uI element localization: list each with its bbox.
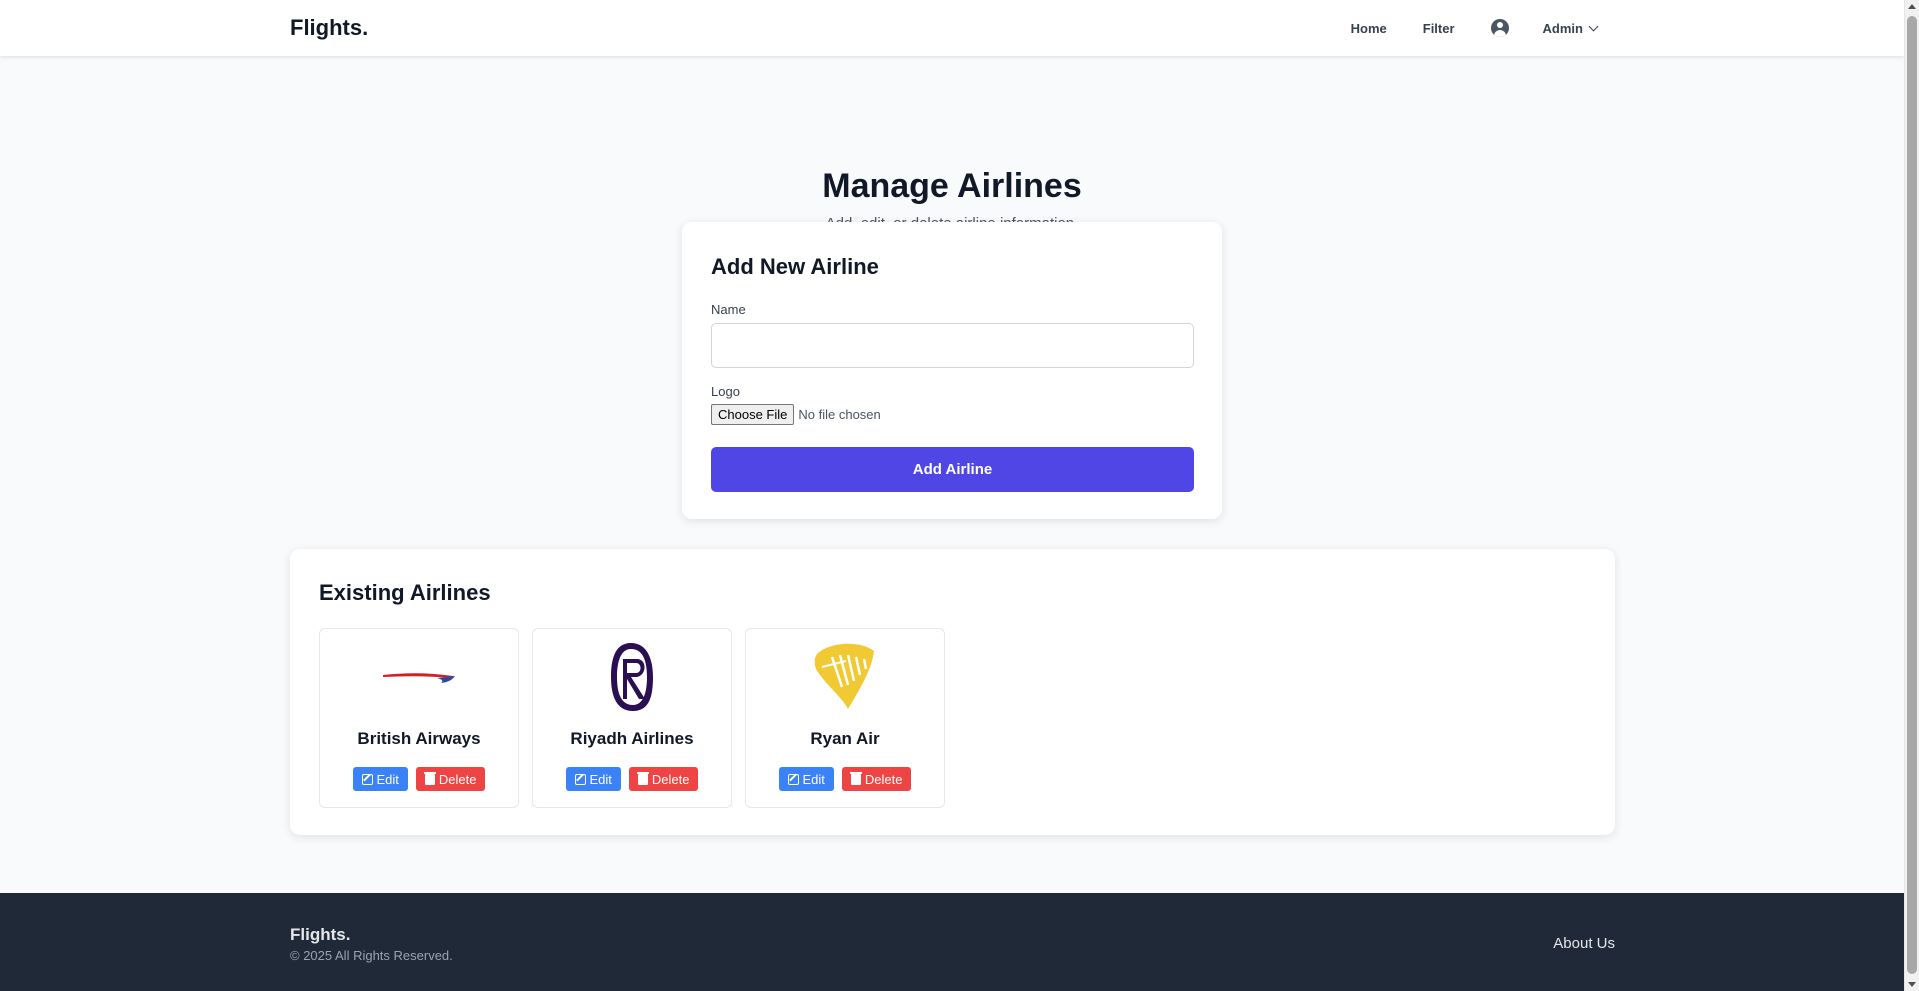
airline-name: Ryan Air <box>810 729 880 748</box>
nav-home-link[interactable]: Home <box>1351 21 1387 36</box>
airline-card: British Airways Edit Delete <box>319 628 519 808</box>
add-airline-card: Add New Airline Name Logo Choose File No… <box>682 222 1222 519</box>
delete-label: Delete <box>651 771 690 787</box>
main-nav: Home Filter Admin <box>1351 0 1599 56</box>
site-footer: Flights. © 2025 All Rights Reserved. Abo… <box>0 893 1904 991</box>
airline-card: Riyadh Airlines Edit Delete <box>532 628 732 808</box>
edit-button[interactable]: Edit <box>352 767 408 791</box>
choose-file-button[interactable]: Choose File <box>711 404 795 425</box>
airline-card: Ryan Air Edit Delete <box>745 628 945 808</box>
ryanair-logo <box>746 639 944 715</box>
delete-button[interactable]: Delete <box>415 767 486 791</box>
logo-label: Logo <box>711 384 740 399</box>
page: Flights. Home Filter Admin Manage Airlin… <box>0 0 1904 991</box>
top-navbar: Flights. Home Filter Admin <box>0 0 1904 56</box>
edit-button[interactable]: Edit <box>778 767 834 791</box>
page-title: Manage Airlines <box>822 167 1082 205</box>
user-circle-icon[interactable] <box>1490 19 1509 37</box>
airline-name: British Airways <box>357 729 481 748</box>
edit-button[interactable]: Edit <box>565 767 621 791</box>
delete-button[interactable]: Delete <box>628 767 699 791</box>
airline-actions: Edit Delete <box>320 767 518 791</box>
add-airline-title: Add New Airline <box>711 254 879 279</box>
delete-label: Delete <box>864 771 903 787</box>
trash-icon <box>423 771 436 785</box>
scrollbar-thumb[interactable] <box>1907 16 1917 974</box>
admin-label: Admin <box>1542 20 1583 36</box>
about-us-link[interactable]: About Us <box>1553 935 1615 952</box>
delete-button[interactable]: Delete <box>841 767 912 791</box>
airline-actions: Edit Delete <box>746 767 944 791</box>
brand-logo[interactable]: Flights. <box>290 15 368 41</box>
trash-icon <box>636 771 649 785</box>
scroll-up-arrow-icon[interactable] <box>1908 4 1916 9</box>
edit-icon <box>574 773 586 785</box>
scroll-down-arrow-icon[interactable] <box>1908 982 1916 987</box>
file-status-text: No file chosen <box>798 407 881 422</box>
logo-file-input: Choose File No file chosen <box>711 404 881 425</box>
footer-copyright: © 2025 All Rights Reserved. <box>290 948 453 963</box>
british-airways-logo <box>320 639 518 715</box>
edit-label: Edit <box>589 771 612 787</box>
airline-name: Riyadh Airlines <box>570 729 694 748</box>
footer-brand: Flights. <box>290 925 351 944</box>
existing-airlines-title: Existing Airlines <box>319 580 491 605</box>
add-airline-button[interactable]: Add Airline <box>711 447 1194 492</box>
admin-dropdown[interactable]: Admin <box>1542 20 1599 36</box>
delete-label: Delete <box>438 771 477 787</box>
edit-label: Edit <box>802 771 825 787</box>
vertical-scrollbar[interactable] <box>1904 0 1919 991</box>
name-label: Name <box>711 302 746 317</box>
airline-actions: Edit Delete <box>533 767 731 791</box>
airline-name-input[interactable] <box>711 323 1194 368</box>
edit-icon <box>787 773 799 785</box>
existing-airlines-card: Existing Airlines British Airways Edit D… <box>290 549 1615 835</box>
trash-icon <box>849 771 862 785</box>
edit-label: Edit <box>376 771 399 787</box>
nav-filter-link[interactable]: Filter <box>1423 21 1455 36</box>
chevron-down-icon <box>1588 21 1599 31</box>
edit-icon <box>361 773 373 785</box>
riyadh-airlines-logo <box>533 639 731 715</box>
